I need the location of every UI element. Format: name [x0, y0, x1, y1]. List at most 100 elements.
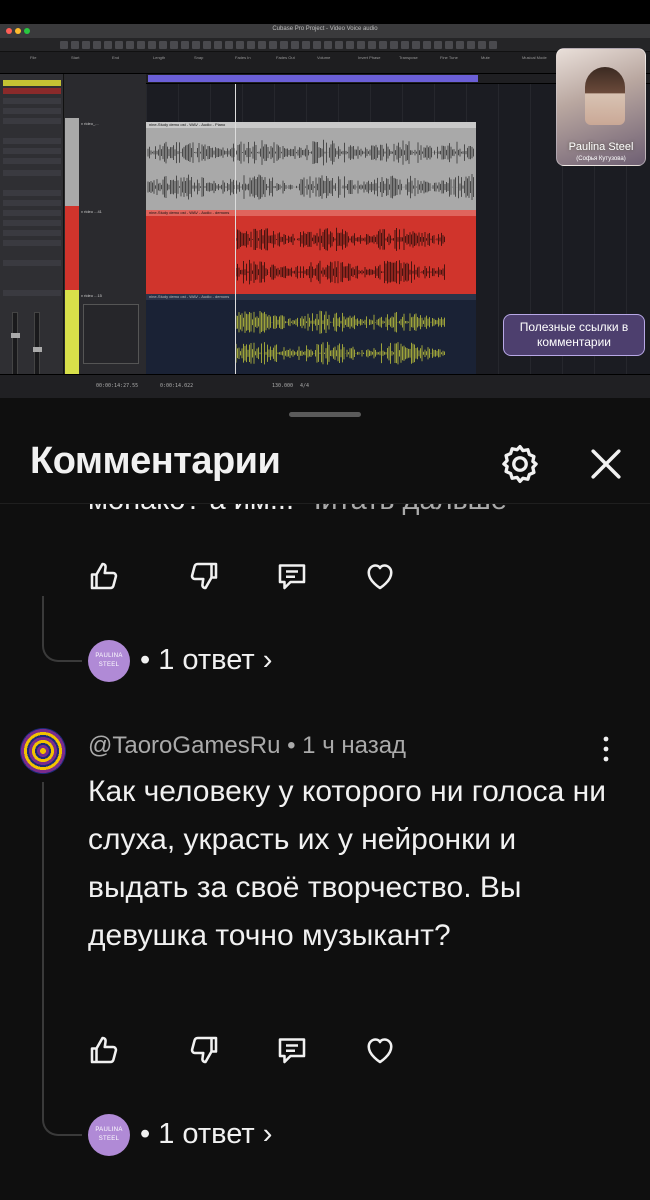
close-icon[interactable]: [584, 442, 628, 486]
infobar-field: End: [112, 55, 120, 60]
toolbar-button[interactable]: [313, 41, 321, 49]
toolbar-button[interactable]: [159, 41, 167, 49]
toolbar-button[interactable]: [302, 41, 310, 49]
track-header[interactable]: v rideo_...: [65, 118, 145, 206]
toolbar-button[interactable]: [269, 41, 277, 49]
waveform: [235, 227, 445, 285]
toolbar-button[interactable]: [346, 41, 354, 49]
transport-bar: 00:00:14:27.55 0:00:14.022 130.000 4/4: [0, 374, 650, 398]
toolbar-button[interactable]: [148, 41, 156, 49]
toolbar-button[interactable]: [258, 41, 266, 49]
inspector-row: [3, 210, 61, 216]
grid-line: [498, 84, 499, 374]
toolbar-button[interactable]: [335, 41, 343, 49]
reply-author-avatar: PAULINA STEEL: [88, 1114, 130, 1156]
comments-panel: Комментарии монако? а им... Читать дальш…: [0, 398, 650, 1200]
inspector-row: [3, 200, 61, 206]
loop-range[interactable]: [148, 75, 478, 82]
track-header[interactable]: v rideo ...15: [65, 290, 145, 374]
time-mid: 0:00:14.022: [160, 383, 194, 389]
infobar-field: Mute: [481, 55, 490, 60]
toolbar-button[interactable]: [247, 41, 255, 49]
playhead-cursor[interactable]: [235, 84, 236, 374]
toolbar-button[interactable]: [170, 41, 178, 49]
inspector-row: [3, 138, 61, 144]
replies-count: • 1 ответ ›: [140, 1118, 273, 1150]
toolbar-button[interactable]: [423, 41, 431, 49]
track-list: v rideo_... v rideo ...41 v rideo ...15: [65, 74, 145, 374]
inspector-row: [3, 190, 61, 196]
toolbar-button[interactable]: [126, 41, 134, 49]
toolbar-button[interactable]: [467, 41, 475, 49]
dislike-icon[interactable]: [186, 558, 222, 594]
toolbar-button[interactable]: [82, 41, 90, 49]
inspector-row: [3, 170, 61, 176]
toolbar-button[interactable]: [225, 41, 233, 49]
toolbar-button[interactable]: [104, 41, 112, 49]
track-header[interactable]: v rideo ...41: [65, 206, 145, 290]
inspector-row: [3, 88, 61, 94]
drag-handle[interactable]: [289, 412, 361, 417]
channel-name: Paulina Steel: [568, 141, 634, 153]
toolbar-button[interactable]: [115, 41, 123, 49]
comment-actions: [86, 558, 416, 594]
toolbar-button[interactable]: [412, 41, 420, 49]
toolbar-button[interactable]: [390, 41, 398, 49]
audio-event[interactable]: nine-Study demo ost - WAV - Audio - demo…: [146, 210, 476, 294]
track-controls-box: [83, 304, 139, 364]
toolbar-button[interactable]: [324, 41, 332, 49]
heart-icon[interactable]: [362, 1032, 398, 1068]
toolbar-button[interactable]: [434, 41, 442, 49]
dislike-icon[interactable]: [186, 1032, 222, 1068]
toolbar-button[interactable]: [379, 41, 387, 49]
toolbar-button[interactable]: [291, 41, 299, 49]
toolbar-button[interactable]: [357, 41, 365, 49]
waveform-channel: [235, 259, 445, 285]
toolbar-button[interactable]: [368, 41, 376, 49]
toolbar-button[interactable]: [192, 41, 200, 49]
toolbar-button[interactable]: [214, 41, 222, 49]
waveform-channel: [147, 174, 474, 201]
toolbar-button[interactable]: [181, 41, 189, 49]
inspector-row: [3, 260, 61, 266]
like-icon[interactable]: [86, 558, 122, 594]
reply-icon[interactable]: [274, 558, 310, 594]
infobar-field: File: [30, 55, 37, 60]
track-inspector: [0, 74, 64, 382]
infobar-field: Length: [153, 55, 166, 60]
toolbar-button[interactable]: [478, 41, 486, 49]
reply-author-avatar: PAULINA STEEL: [88, 640, 130, 682]
inspector-row: [3, 108, 61, 114]
reply-icon[interactable]: [274, 1032, 310, 1068]
audio-event[interactable]: nine-Study demo ost - WAV - Audio - Pian…: [146, 122, 476, 210]
infobar-field: Musical Mode: [522, 55, 547, 60]
waveform: [235, 310, 445, 365]
toolbar-button[interactable]: [456, 41, 464, 49]
gear-icon[interactable]: [498, 442, 542, 486]
like-icon[interactable]: [86, 1032, 122, 1068]
toolbar-button[interactable]: [236, 41, 244, 49]
toolbar-button[interactable]: [60, 41, 68, 49]
toolbar-button[interactable]: [401, 41, 409, 49]
links-overlay-button[interactable]: Полезные ссылки в комментарии: [503, 314, 645, 356]
inspector-row: [3, 80, 61, 86]
toolbar-button[interactable]: [445, 41, 453, 49]
audio-event[interactable]: nine-Study demo ost - WAV - Audio - demo…: [146, 294, 476, 374]
video-player[interactable]: Cubase Pro Project - Video Voice audio F…: [0, 0, 650, 398]
pan-fader[interactable]: [33, 312, 42, 382]
waveform-channel: [147, 139, 474, 166]
inspector-row: [3, 290, 61, 296]
toolbar-button[interactable]: [93, 41, 101, 49]
heart-icon[interactable]: [362, 558, 398, 594]
inspector-row: [3, 118, 61, 124]
toolbar-button[interactable]: [137, 41, 145, 49]
toolbar-button[interactable]: [71, 41, 79, 49]
avatar[interactable]: [20, 728, 66, 774]
volume-fader[interactable]: [11, 312, 20, 382]
comment-author[interactable]: @TaoroGamesRu: [88, 732, 280, 759]
comment-time: • 1 ч назад: [287, 732, 407, 759]
toolbar-button[interactable]: [203, 41, 211, 49]
more-options-icon[interactable]: [596, 734, 616, 764]
toolbar-button[interactable]: [280, 41, 288, 49]
toolbar-button[interactable]: [489, 41, 497, 49]
